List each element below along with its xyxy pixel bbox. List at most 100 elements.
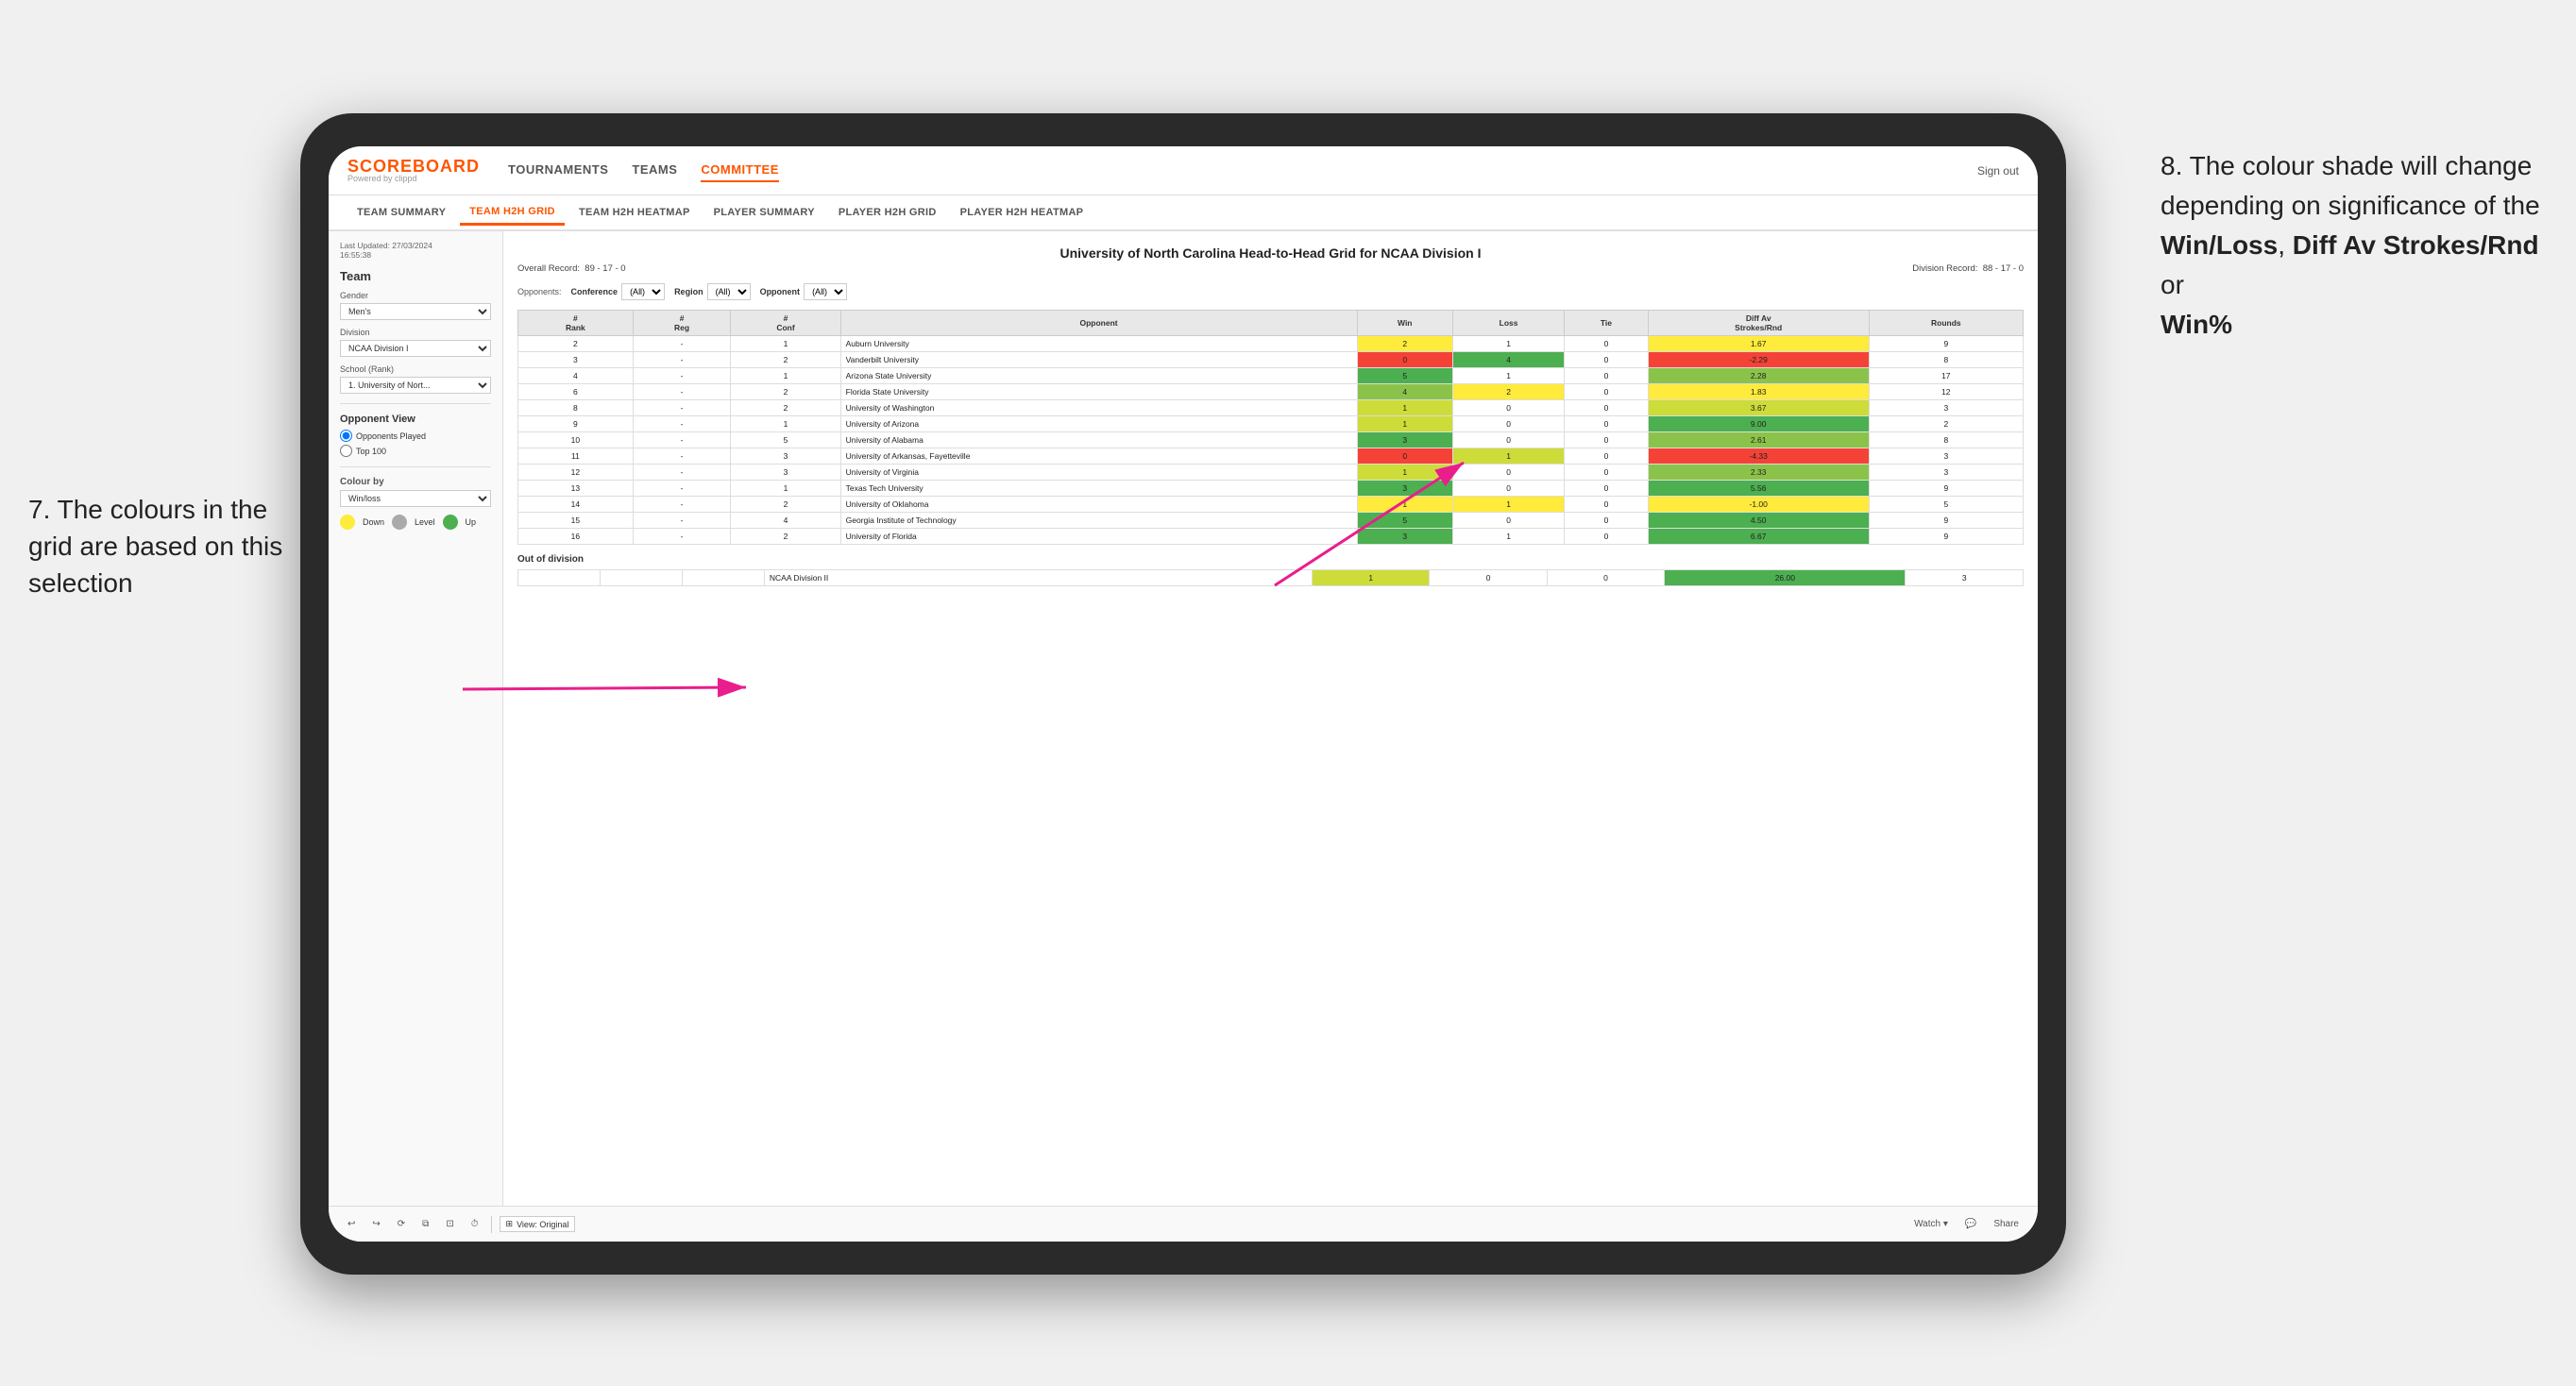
cell-loss: 0 <box>1453 416 1565 432</box>
school-label: School (Rank) <box>340 364 491 374</box>
copy-btn[interactable]: ⧉ <box>417 1217 433 1231</box>
col-conf: #Conf <box>731 311 840 336</box>
cell-loss: 1 <box>1453 448 1565 465</box>
radio-top100[interactable]: Top 100 <box>340 445 491 457</box>
cell-rounds: 8 <box>1869 352 2023 368</box>
view-label: View: Original <box>517 1220 568 1229</box>
radio-opponents-played[interactable]: Opponents Played <box>340 430 491 442</box>
cell-rank: 6 <box>518 384 634 400</box>
subnav-team-summary[interactable]: TEAM SUMMARY <box>347 201 455 224</box>
col-rounds: Rounds <box>1869 311 2023 336</box>
logo-title: SCOREBOARD <box>347 158 480 175</box>
subnav-team-h2h-heatmap[interactable]: TEAM H2H HEATMAP <box>569 201 700 224</box>
col-rank: #Rank <box>518 311 634 336</box>
conference-select[interactable]: (All) <box>621 283 665 300</box>
share-btn[interactable]: Share <box>1989 1217 2024 1231</box>
cell-diff: 1.67 <box>1648 336 1869 352</box>
region-label: Region <box>674 287 703 296</box>
sign-out-button[interactable]: Sign out <box>1977 164 2019 177</box>
cell-opponent: NCAA Division II <box>764 570 1312 586</box>
cell-rank: 15 <box>518 513 634 529</box>
cell-rank: 2 <box>518 336 634 352</box>
cell-conf: 5 <box>731 432 840 448</box>
cell-win: 4 <box>1357 384 1453 400</box>
cell-tie: 0 <box>1565 400 1649 416</box>
sidebar-divider <box>340 403 491 404</box>
school-select[interactable]: 1. University of Nort... <box>340 377 491 394</box>
filters-row: Opponents: Conference (All) Region (All) <box>517 283 2024 300</box>
cell-diff: 2.61 <box>1648 432 1869 448</box>
cell-loss: 1 <box>1453 497 1565 513</box>
cell-rank: 14 <box>518 497 634 513</box>
logo-subtitle: Powered by clippd <box>347 175 480 183</box>
cell-conf: 3 <box>731 465 840 481</box>
cell-tie: 0 <box>1565 529 1649 545</box>
cell-opponent: University of Arkansas, Fayetteville <box>840 448 1357 465</box>
cell-diff: 4.50 <box>1648 513 1869 529</box>
cell-opponent: University of Arizona <box>840 416 1357 432</box>
cell-rank: 4 <box>518 368 634 384</box>
cell-opponent: University of Florida <box>840 529 1357 545</box>
cell-tie: 0 <box>1565 352 1649 368</box>
cell-loss: 0 <box>1453 432 1565 448</box>
legend-dot-level <box>392 515 407 530</box>
cell-loss: 1 <box>1453 529 1565 545</box>
view-original-btn[interactable]: ⊞ View: Original <box>500 1216 576 1232</box>
cell-rounds: 9 <box>1869 529 2023 545</box>
cell-loss: 0 <box>1453 481 1565 497</box>
sidebar-divider-2 <box>340 466 491 467</box>
subnav-team-h2h-grid[interactable]: TEAM H2H GRID <box>460 200 565 226</box>
overall-record: Overall Record: 89 - 17 - 0 <box>517 263 626 274</box>
cell-rank <box>518 570 601 586</box>
cell-rounds: 12 <box>1869 384 2023 400</box>
cell-conf: 1 <box>731 368 840 384</box>
opponent-select[interactable]: (All) <box>804 283 847 300</box>
cell-reg: - <box>633 368 731 384</box>
undo-btn[interactable]: ↩ <box>343 1217 360 1231</box>
region-select[interactable]: (All) <box>707 283 751 300</box>
cell-loss: 1 <box>1453 368 1565 384</box>
comment-icon[interactable]: 💬 <box>1960 1217 1981 1231</box>
table-row: 6 - 2 Florida State University 4 2 0 1.8… <box>518 384 2024 400</box>
division-select[interactable]: NCAA Division I <box>340 340 491 357</box>
cell-tie: 0 <box>1565 336 1649 352</box>
cell-conf: 3 <box>731 448 840 465</box>
cell-loss: 0 <box>1453 513 1565 529</box>
cell-rank: 13 <box>518 481 634 497</box>
comment-btn[interactable]: ⏱ <box>466 1217 483 1231</box>
nav-teams[interactable]: TEAMS <box>632 159 677 182</box>
cell-tie: 0 <box>1565 432 1649 448</box>
col-tie: Tie <box>1565 311 1649 336</box>
cell-reg: - <box>633 481 731 497</box>
cell-rounds: 3 <box>1869 400 2023 416</box>
tablet-screen: SCOREBOARD Powered by clippd TOURNAMENTS… <box>329 146 2038 1242</box>
cell-reg: - <box>633 513 731 529</box>
cell-tie: 0 <box>1565 497 1649 513</box>
cell-diff: 1.83 <box>1648 384 1869 400</box>
watch-btn[interactable]: Watch ▾ <box>1909 1217 1953 1231</box>
cell-reg <box>600 570 682 586</box>
last-updated: Last Updated: 27/03/2024 16:55:38 <box>340 241 491 260</box>
cell-win: 1 <box>1357 497 1453 513</box>
redo-btn[interactable]: ↪ <box>367 1217 384 1231</box>
subnav-player-summary[interactable]: PLAYER SUMMARY <box>704 201 824 224</box>
cell-rounds: 5 <box>1869 497 2023 513</box>
subnav-player-h2h-heatmap[interactable]: PLAYER H2H HEATMAP <box>951 201 1093 224</box>
table-row: 9 - 1 University of Arizona 1 0 0 9.00 2 <box>518 416 2024 432</box>
history-btn[interactable]: ⟳ <box>393 1217 410 1231</box>
cell-rounds: 17 <box>1869 368 2023 384</box>
gender-select[interactable]: Men's <box>340 303 491 320</box>
col-opponent: Opponent <box>840 311 1357 336</box>
colour-by-select[interactable]: Win/loss <box>340 490 491 507</box>
nav-committee[interactable]: COMMITTEE <box>701 159 779 182</box>
cell-conf: 2 <box>731 400 840 416</box>
subnav-player-h2h-grid[interactable]: PLAYER H2H GRID <box>829 201 946 224</box>
nav-tournaments[interactable]: TOURNAMENTS <box>508 159 608 182</box>
cell-diff: 3.67 <box>1648 400 1869 416</box>
cell-diff: 2.28 <box>1648 368 1869 384</box>
data-table: #Rank #Reg #Conf Opponent Win Loss Tie D… <box>517 310 2024 545</box>
crop-btn[interactable]: ⊡ <box>441 1217 458 1231</box>
division-label: Division <box>340 328 491 337</box>
cell-win: 1 <box>1357 400 1453 416</box>
legend-label-up: Up <box>466 517 477 527</box>
